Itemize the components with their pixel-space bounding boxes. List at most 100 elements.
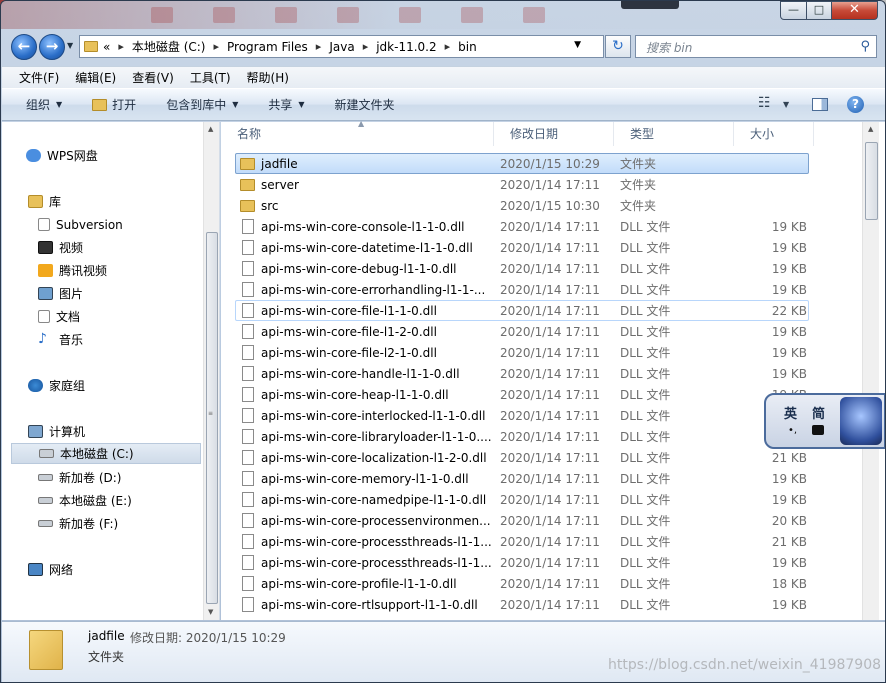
breadcrumb-separator[interactable]: ▸ — [445, 40, 451, 53]
file-icon — [242, 345, 254, 360]
breadcrumb-java[interactable]: Java — [329, 40, 354, 54]
breadcrumb-separator[interactable]: ▸ — [213, 40, 219, 53]
breadcrumb-jdk[interactable]: jdk-11.0.2 — [376, 40, 436, 54]
file-row[interactable]: api-ms-win-core-processenvironmen... 2020… — [235, 510, 809, 531]
file-type: DLL 文件 — [620, 514, 671, 528]
scroll-up-icon[interactable]: ▲ — [868, 125, 873, 133]
file-size: 19 KB — [771, 324, 807, 339]
language-toggle[interactable]: 英 — [784, 403, 797, 422]
file-row[interactable]: api-ms-win-core-localization-l1-2-0.dll 2… — [235, 447, 809, 468]
include-in-library-button[interactable]: 包含到库中 ▼ — [166, 96, 238, 113]
organize-button[interactable]: 组织 ▼ — [26, 96, 62, 113]
chevron-down-icon[interactable]: ▼ — [574, 40, 581, 50]
file-row[interactable]: api-ms-win-core-errorhandling-l1-1-... 20… — [235, 279, 809, 300]
nav-item-library[interactable]: 库 — [28, 191, 228, 212]
file-type: 文件夹 — [620, 178, 657, 192]
scroll-down-icon[interactable]: ▼ — [208, 608, 213, 616]
file-row[interactable]: server 2020/1/14 17:11 文件夹 — [235, 174, 809, 195]
breadcrumb-separator[interactable]: ▸ — [363, 40, 369, 53]
file-row[interactable]: api-ms-win-core-processthreads-l1-1... 20… — [235, 552, 809, 573]
file-row[interactable]: api-ms-win-core-heap-l1-1-0.dll 2020/1/14… — [235, 384, 809, 405]
file-row[interactable]: api-ms-win-core-interlocked-l1-1-0.dll 20… — [235, 405, 809, 426]
file-row[interactable]: api-ms-win-core-rtlsupport-l1-1-0.dll 202… — [235, 594, 809, 615]
scroll-thumb[interactable] — [206, 232, 218, 604]
scroll-thumb[interactable] — [865, 142, 878, 220]
ime-status-widget[interactable]: 英 简 •, — [764, 393, 885, 449]
file-row[interactable]: api-ms-win-core-debug-l1-1-0.dll 2020/1/1… — [235, 258, 809, 279]
nav-item-computer[interactable]: 计算机 — [28, 421, 228, 442]
file-name: api-ms-win-core-heap-l1-1-0.dll — [236, 387, 500, 402]
address-history-chevron[interactable]: « — [103, 40, 110, 54]
nav-item-network[interactable]: 网络 — [28, 559, 228, 580]
title-bar[interactable] — [1, 1, 885, 29]
file-date: 2020/1/14 17:11 — [500, 492, 600, 507]
breadcrumb-separator[interactable]: ▸ — [316, 40, 322, 53]
script-toggle[interactable]: 简 — [812, 403, 825, 422]
punctuation-icon[interactable]: •, — [788, 425, 797, 436]
menu-help[interactable]: 帮助(H) — [247, 69, 289, 86]
column-header-type[interactable]: 类型 — [614, 122, 734, 146]
file-icon — [242, 450, 254, 465]
breadcrumb-drive-c[interactable]: 本地磁盘 (C:) — [132, 38, 206, 55]
file-row[interactable]: src 2020/1/15 10:30 文件夹 — [235, 195, 809, 216]
folder-icon — [240, 157, 255, 170]
file-row[interactable]: api-ms-win-core-file-l1-1-0.dll 2020/1/14… — [235, 300, 809, 321]
nav-label: 新加卷 (D:) — [59, 471, 122, 485]
help-icon[interactable]: ? — [847, 96, 864, 113]
back-button[interactable]: ← — [11, 34, 37, 60]
file-row[interactable]: api-ms-win-core-console-l1-1-0.dll 2020/1… — [235, 216, 809, 237]
nav-item-wps[interactable]: WPS网盘 — [26, 145, 226, 166]
breadcrumb-separator[interactable]: ▸ — [118, 40, 124, 53]
view-options-icon[interactable]: ☷ — [758, 95, 771, 111]
file-row[interactable]: api-ms-win-core-datetime-l1-1-0.dll 2020/… — [235, 237, 809, 258]
menu-file[interactable]: 文件(F) — [19, 69, 59, 86]
file-type: DLL 文件 — [620, 535, 671, 549]
column-header-date[interactable]: 修改日期 — [494, 122, 614, 146]
menu-edit[interactable]: 编辑(E) — [75, 69, 116, 86]
file-name: jadfile — [236, 157, 500, 171]
file-row[interactable]: api-ms-win-core-file-l1-2-0.dll 2020/1/14… — [235, 321, 809, 342]
file-scrollbar[interactable]: ▲ — [862, 122, 879, 620]
address-bar[interactable]: « ▸ 本地磁盘 (C:) ▸ Program Files ▸ Java ▸ j… — [79, 35, 604, 58]
breadcrumb-program-files[interactable]: Program Files — [227, 40, 308, 54]
menu-view[interactable]: 查看(V) — [132, 69, 174, 86]
chevron-down-icon[interactable]: ▼ — [783, 100, 789, 109]
nav-label: 本地磁盘 (E:) — [59, 494, 132, 508]
file-type: 文件夹 — [620, 199, 657, 213]
close-button[interactable]: ✕ — [831, 1, 878, 20]
share-label: 共享 — [268, 98, 293, 112]
column-header-size[interactable]: 大小 — [734, 122, 814, 146]
file-row[interactable]: jadfile 2020/1/15 10:29 文件夹 — [235, 153, 809, 174]
maximize-button[interactable]: □ — [806, 1, 832, 20]
recent-pages-dropdown[interactable]: ▼ — [67, 41, 73, 50]
forward-button[interactable]: → — [39, 34, 65, 60]
breadcrumb-bin[interactable]: bin — [458, 40, 477, 54]
nav-scrollbar[interactable]: ▲ ≡ ▼ — [203, 122, 219, 620]
file-row[interactable]: api-ms-win-core-handle-l1-1-0.dll 2020/1/… — [235, 363, 809, 384]
share-button[interactable]: 共享 ▼ — [268, 96, 304, 113]
file-row[interactable]: api-ms-win-core-libraryloader-l1-1-0....… — [235, 426, 809, 447]
new-folder-label: 新建文件夹 — [334, 98, 395, 112]
new-folder-button[interactable]: 新建文件夹 — [335, 96, 395, 113]
open-button[interactable]: 打开 — [92, 96, 136, 113]
minimize-button[interactable]: — — [780, 1, 807, 20]
file-date: 2020/1/14 17:11 — [500, 450, 600, 465]
file-row[interactable]: api-ms-win-core-profile-l1-1-0.dll 2020/1… — [235, 573, 809, 594]
refresh-button[interactable]: ↻ — [605, 35, 631, 58]
search-icon[interactable]: ⚲ — [860, 39, 870, 54]
menu-tools[interactable]: 工具(T) — [190, 69, 231, 86]
preview-pane-icon[interactable] — [812, 98, 828, 111]
file-date: 2020/1/15 10:29 — [500, 156, 600, 171]
file-row[interactable]: api-ms-win-core-processthreads-l1-1... 20… — [235, 531, 809, 552]
file-row[interactable]: api-ms-win-core-file-l2-1-0.dll 2020/1/14… — [235, 342, 809, 363]
search-placeholder: 搜索 bin — [646, 41, 693, 55]
nav-item-drive-c[interactable]: 本地磁盘 (C:) — [11, 443, 201, 464]
skin-icon[interactable] — [812, 425, 824, 435]
folder-icon — [240, 178, 255, 191]
file-row[interactable]: api-ms-win-core-namedpipe-l1-1-0.dll 2020… — [235, 489, 809, 510]
file-date: 2020/1/14 17:11 — [500, 240, 600, 255]
nav-item-homegroup[interactable]: 家庭组 — [28, 375, 228, 396]
file-row[interactable]: api-ms-win-core-memory-l1-1-0.dll 2020/1/… — [235, 468, 809, 489]
scroll-up-icon[interactable]: ▲ — [208, 125, 213, 133]
search-input[interactable]: 搜索 bin ⚲ — [635, 35, 877, 58]
